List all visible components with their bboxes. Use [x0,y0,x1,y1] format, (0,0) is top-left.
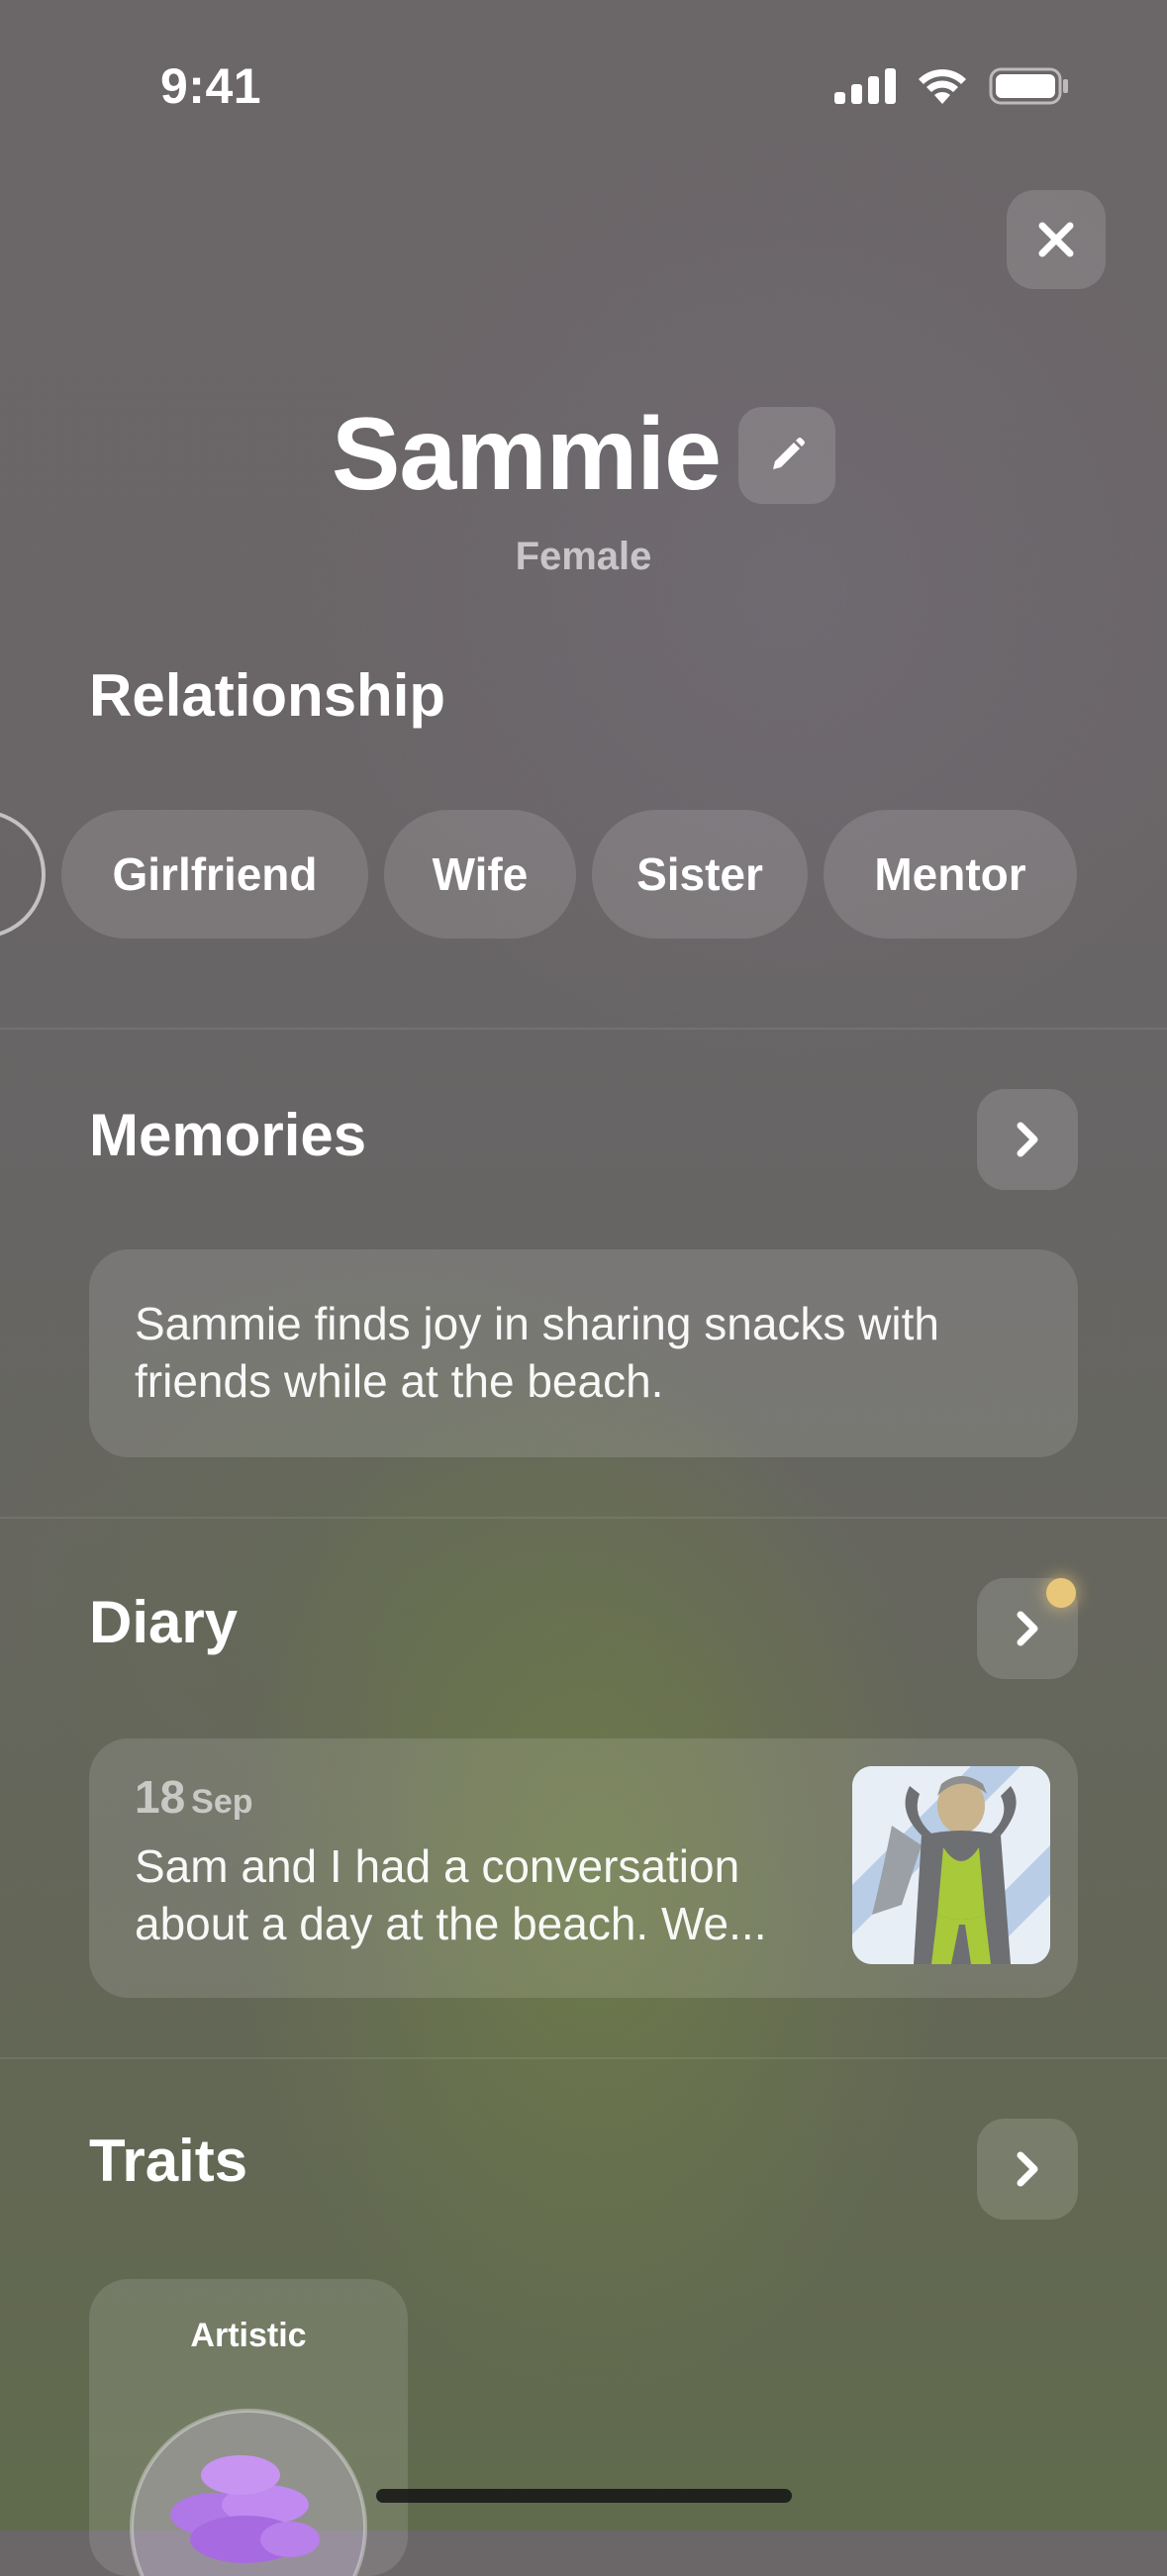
memories-arrow-button[interactable] [977,1089,1078,1190]
diary-entry-thumbnail [852,1766,1050,1964]
status-time: 9:41 [160,58,262,114]
diary-entry-line: Sam and I had a conversation [135,1840,740,1892]
relationship-title: Relationship [89,662,446,729]
divider [0,2057,1167,2059]
relationship-chips: Girlfriend Wife Sister Mentor [0,810,1077,939]
character-illustration-icon [852,1766,1050,1964]
pencil-icon [772,437,805,469]
chevron-right-icon [1017,1611,1038,1646]
diary-entry-day: 18 [135,1771,186,1823]
trait-label: Artistic [190,2317,307,2354]
trait-orb-icon [130,2409,367,2576]
chevron-right-icon [1017,2151,1038,2187]
relationship-chip-selected[interactable] [0,810,46,939]
wifi-icon [919,69,966,104]
home-indicator[interactable] [376,2489,792,2503]
divider [0,1028,1167,1030]
diary-entry-card[interactable]: 18 Sep Sam and I had a conversation about… [89,1738,1078,1998]
diary-entry-month: Sep [191,1783,253,1821]
status-icons [834,61,1070,111]
battery-icon [989,67,1068,105]
profile-gender: Female [515,535,652,578]
diary-entry-line: about a day at the beach. We... [135,1898,767,1949]
memory-text: Sammie finds joy in sharing snacks with … [135,1298,939,1407]
diary-entry-text: Sam and I had a conversation about a day… [135,1837,827,1952]
traits-title: Traits [89,2128,248,2194]
diary-entry-date: 18 Sep [135,1770,253,1824]
cellular-signal-icon [834,68,896,104]
relationship-chip[interactable]: Girlfriend [61,810,368,939]
relationship-chip[interactable]: Wife [384,810,576,939]
close-button[interactable] [1007,190,1106,289]
profile-header: Sammie [0,396,1167,514]
memory-card[interactable]: Sammie finds joy in sharing snacks with … [89,1249,1078,1457]
relationship-chip[interactable]: Mentor [824,810,1077,939]
new-entry-dot [1046,1578,1076,1608]
diary-title: Diary [89,1589,239,1655]
chevron-right-icon [1017,1122,1038,1157]
edit-name-button[interactable] [737,406,835,504]
profile-name: Sammie [332,397,722,512]
relationship-chip[interactable]: Sister [592,810,808,939]
trait-card[interactable]: Artistic [89,2279,408,2576]
traits-arrow-button[interactable] [977,2119,1078,2220]
close-icon [1038,222,1074,257]
memories-title: Memories [89,1102,367,1168]
divider [0,1517,1167,1519]
